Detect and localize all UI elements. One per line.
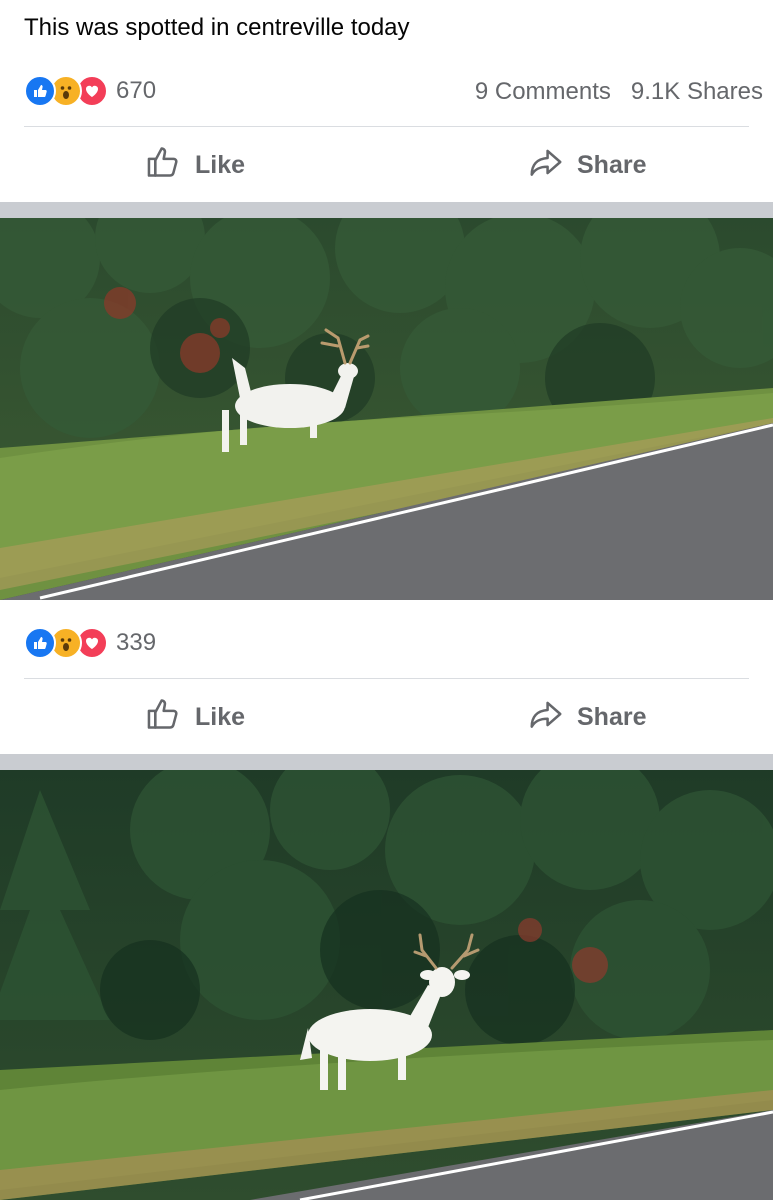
post-photo[interactable] xyxy=(0,770,773,1200)
thumbs-up-icon xyxy=(145,695,183,740)
like-label: Like xyxy=(195,150,246,179)
share-button[interactable]: Share xyxy=(527,680,646,754)
reactions-summary[interactable]: 670 xyxy=(24,75,156,107)
share-label: Share xyxy=(577,702,647,731)
post-stats: 670 9 Comments 9.1K Shares xyxy=(0,68,773,110)
post-caption: This was spotted in centreville today xyxy=(24,14,410,41)
photo-actions: Like Share xyxy=(0,680,773,754)
post-actions: Like Share xyxy=(0,128,773,202)
like-reaction-icon xyxy=(24,75,56,107)
share-arrow-icon xyxy=(527,143,565,188)
reaction-count: 670 xyxy=(116,77,157,104)
comments-count-link[interactable]: 9 Comments xyxy=(475,78,611,106)
like-button[interactable]: Like xyxy=(145,128,245,202)
share-arrow-icon xyxy=(527,695,565,740)
share-label: Share xyxy=(577,150,647,179)
post-photo[interactable] xyxy=(0,218,773,600)
like-label: Like xyxy=(195,702,246,731)
thumbs-up-icon xyxy=(145,143,183,188)
reaction-count: 339 xyxy=(116,629,157,656)
like-button[interactable]: Like xyxy=(145,680,245,754)
section-separator xyxy=(0,202,773,218)
like-reaction-icon xyxy=(24,627,56,659)
photo-reactions-summary[interactable]: 339 xyxy=(24,627,156,659)
divider xyxy=(24,678,749,679)
share-button[interactable]: Share xyxy=(527,128,646,202)
photo-stats: 339 xyxy=(0,620,773,662)
divider xyxy=(24,126,749,127)
section-separator xyxy=(0,754,773,770)
shares-count-link[interactable]: 9.1K Shares xyxy=(631,78,763,106)
